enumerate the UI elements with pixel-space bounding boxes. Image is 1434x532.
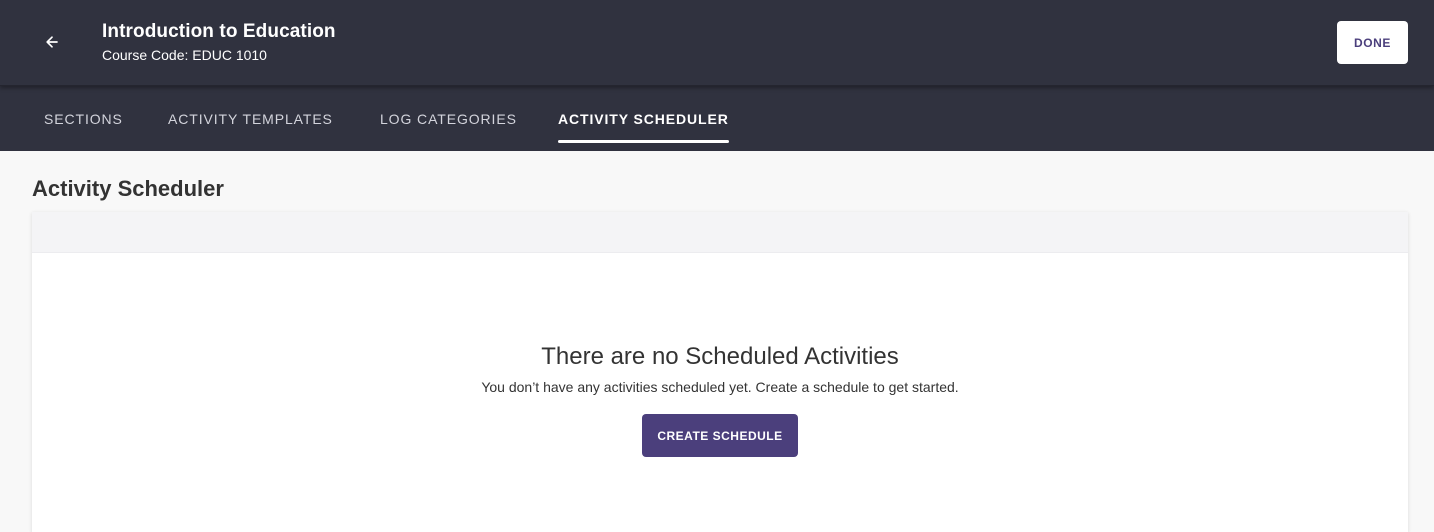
course-title: Introduction to Education: [102, 21, 336, 42]
empty-state: There are no Scheduled Activities You do…: [32, 340, 1408, 457]
tab-sections[interactable]: SECTIONS: [44, 86, 123, 151]
page-title: Activity Scheduler: [32, 176, 224, 201]
tab-label: LOG CATEGORIES: [380, 110, 517, 127]
course-code: Course Code: EDUC 1010: [102, 47, 267, 63]
tab-activity-scheduler[interactable]: ACTIVITY SCHEDULER: [558, 86, 729, 151]
tab-label: SECTIONS: [44, 110, 123, 127]
scheduler-card: There are no Scheduled Activities You do…: [32, 212, 1408, 532]
tab-label: ACTIVITY SCHEDULER: [558, 110, 729, 127]
tab-label: ACTIVITY TEMPLATES: [168, 110, 333, 127]
course-info: Introduction to Education Course Code: E…: [102, 20, 336, 65]
tab-log-categories[interactable]: LOG CATEGORIES: [380, 86, 517, 151]
empty-state-title: There are no Scheduled Activities: [541, 343, 899, 370]
arrow-left-icon: [46, 36, 58, 48]
create-schedule-button[interactable]: CREATE SCHEDULE: [642, 414, 798, 457]
active-tab-indicator: [558, 140, 729, 143]
tab-activity-templates[interactable]: ACTIVITY TEMPLATES: [168, 86, 333, 151]
done-button[interactable]: DONE: [1337, 21, 1408, 64]
app-header: Introduction to Education Course Code: E…: [0, 0, 1434, 86]
back-button[interactable]: [36, 26, 68, 58]
tab-bar: SECTIONS ACTIVITY TEMPLATES LOG CATEGORI…: [0, 86, 1434, 151]
empty-state-description: You don’t have any activities scheduled …: [481, 379, 959, 395]
card-header: [32, 212, 1408, 253]
